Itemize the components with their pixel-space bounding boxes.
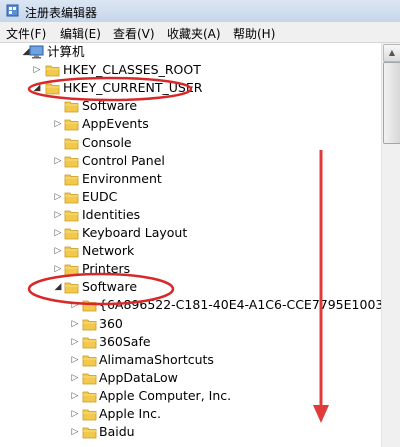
folder-icon [64, 228, 79, 240]
folder-icon [82, 300, 97, 312]
window-title: 注册表编辑器 [25, 6, 98, 20]
title-bar: 注册表编辑器 [0, 0, 400, 23]
tree-node-label: {6A896522-C181-40E4-A1C6-CCE7795E1003} [99, 297, 381, 313]
collapsed-arrow-icon[interactable]: ▷ [70, 296, 80, 314]
tree-node-label: Software [82, 98, 138, 114]
folder-icon [64, 101, 79, 113]
tree-node-label: Apple Computer, Inc. [99, 387, 232, 403]
folder-icon [64, 192, 79, 204]
tree-node-label: 360Safe [99, 333, 151, 349]
collapsed-arrow-icon[interactable]: ▷ [70, 315, 80, 333]
tree-node[interactable]: ◢ 计算机 [0, 43, 380, 61]
collapsed-arrow-icon[interactable]: ▷ [53, 115, 63, 133]
tree-node-label: AppEvents [82, 116, 149, 132]
tree-node-label: HKEY_CURRENT_USER [63, 80, 203, 96]
collapsed-arrow-icon[interactable]: ▷ [53, 206, 63, 224]
collapsed-arrow-icon[interactable]: ▷ [53, 188, 63, 206]
menu-edit[interactable]: 编辑(E) [60, 25, 101, 42]
collapsed-arrow-icon[interactable]: ▷ [70, 351, 80, 369]
tree-node[interactable]: ▷ AppDataLow [0, 369, 380, 387]
collapsed-arrow-icon[interactable]: ▷ [53, 242, 63, 260]
collapsed-arrow-icon[interactable]: ▷ [53, 152, 63, 170]
tree-node[interactable]: ▷ AppEvents [0, 115, 380, 133]
tree-node-label: Keyboard Layout [82, 225, 188, 240]
computer-icon [29, 45, 44, 59]
tree-node-label: Console [82, 134, 132, 150]
collapsed-arrow-icon[interactable]: ▷ [70, 369, 80, 387]
tree-node-label: Environment [82, 170, 162, 186]
expanded-arrow-icon[interactable]: ◢ [32, 79, 42, 97]
tree-node[interactable]: ▷ Network [0, 242, 380, 260]
tree-node-label: Software [82, 279, 138, 295]
tree-node-label: AlimamaShortcuts [99, 351, 214, 367]
tree-node[interactable]: ◢ HKEY_CURRENT_USER [0, 79, 380, 97]
menu-bar: 文件(F) 编辑(E) 查看(V) 收藏夹(A) 帮助(H) [0, 22, 400, 43]
tree-node-label: 计算机 [47, 44, 85, 59]
collapsed-arrow-icon[interactable]: ▷ [70, 387, 80, 405]
tree-node[interactable]: ▷ Identities [0, 206, 380, 224]
folder-icon [64, 210, 79, 222]
tree-node-label: Network [82, 243, 135, 259]
tree-node-label: Control Panel [82, 152, 165, 168]
tree-node[interactable]: ◢ Software [0, 278, 380, 296]
tree-node[interactable]: ▷ Control Panel [0, 152, 380, 170]
folder-icon [64, 138, 79, 149]
tree-node[interactable]: ▷ Printers [0, 260, 380, 278]
registry-tree-view[interactable]: ◢ 计算机 ▷ HKEY_CLASSES_ROOT ◢ HKEY_CURRENT_USER… [0, 43, 381, 447]
folder-icon [64, 246, 79, 258]
tree-node-label: EUDC [82, 188, 118, 204]
folder-icon [82, 337, 97, 348]
tree-node-label: Printers [82, 261, 131, 277]
collapsed-arrow-icon[interactable]: ▷ [70, 423, 80, 441]
vertical-scrollbar[interactable]: ▲ [381, 43, 400, 447]
menu-favorites[interactable]: 收藏夹(A) [167, 25, 221, 42]
tree-node[interactable]: Console [0, 134, 380, 152]
collapsed-arrow-icon[interactable]: ▷ [53, 260, 63, 278]
regedit-app-icon [6, 4, 19, 17]
scroll-up-button[interactable]: ▲ [383, 44, 400, 62]
tree-node-label: Baidu [99, 424, 135, 440]
folder-icon [45, 65, 60, 77]
tree-node[interactable]: ▷ 360Safe [0, 333, 380, 351]
tree-node[interactable]: ▷ AlimamaShortcuts [0, 351, 380, 369]
tree-node[interactable]: ▷ Apple Inc. [0, 405, 380, 423]
tree-node[interactable]: Software [0, 97, 380, 115]
folder-icon [82, 319, 97, 330]
folder-icon [82, 373, 97, 385]
tree-node[interactable]: ▷ Keyboard Layout [0, 224, 380, 242]
folder-icon [64, 119, 79, 131]
tree-node-label: 360 [99, 315, 123, 331]
folder-icon [82, 391, 97, 403]
collapsed-arrow-icon[interactable]: ▷ [32, 61, 42, 79]
collapsed-arrow-icon[interactable]: ▷ [53, 224, 63, 242]
tree-node-label: Identities [82, 206, 141, 222]
menu-file[interactable]: 文件(F) [6, 25, 46, 42]
tree-node[interactable]: ▷ HKEY_CLASSES_ROOT [0, 61, 380, 79]
tree-node[interactable]: ▷ EUDC [0, 188, 380, 206]
collapsed-arrow-icon[interactable]: ▷ [70, 333, 80, 351]
tree-node[interactable]: ▷ {6A896522-C181-40E4-A1C6-CCE7795E1003} [0, 296, 381, 314]
expanded-arrow-icon[interactable]: ◢ [53, 278, 63, 296]
folder-icon [82, 427, 97, 439]
tree-node[interactable]: ▷ Apple Computer, Inc. [0, 387, 380, 405]
tree-node[interactable]: ▷ Baidu [0, 423, 380, 441]
tree-node-label: Apple Inc. [99, 406, 162, 421]
tree-node-label: AppDataLow [99, 369, 178, 385]
folder-icon [82, 355, 97, 367]
scroll-thumb[interactable] [383, 62, 400, 144]
folder-icon [64, 174, 79, 186]
folder-icon [82, 409, 97, 421]
collapsed-arrow-icon[interactable]: ▷ [70, 405, 80, 423]
folder-icon [64, 264, 79, 276]
folder-icon [64, 282, 79, 294]
tree-node[interactable]: ▷ 360 [0, 315, 380, 333]
tree-node[interactable]: Environment [0, 170, 380, 188]
menu-help[interactable]: 帮助(H) [233, 25, 275, 42]
folder-icon [45, 83, 60, 95]
menu-view[interactable]: 查看(V) [113, 25, 155, 42]
folder-icon [64, 156, 79, 167]
tree-node-label: HKEY_CLASSES_ROOT [63, 62, 201, 78]
